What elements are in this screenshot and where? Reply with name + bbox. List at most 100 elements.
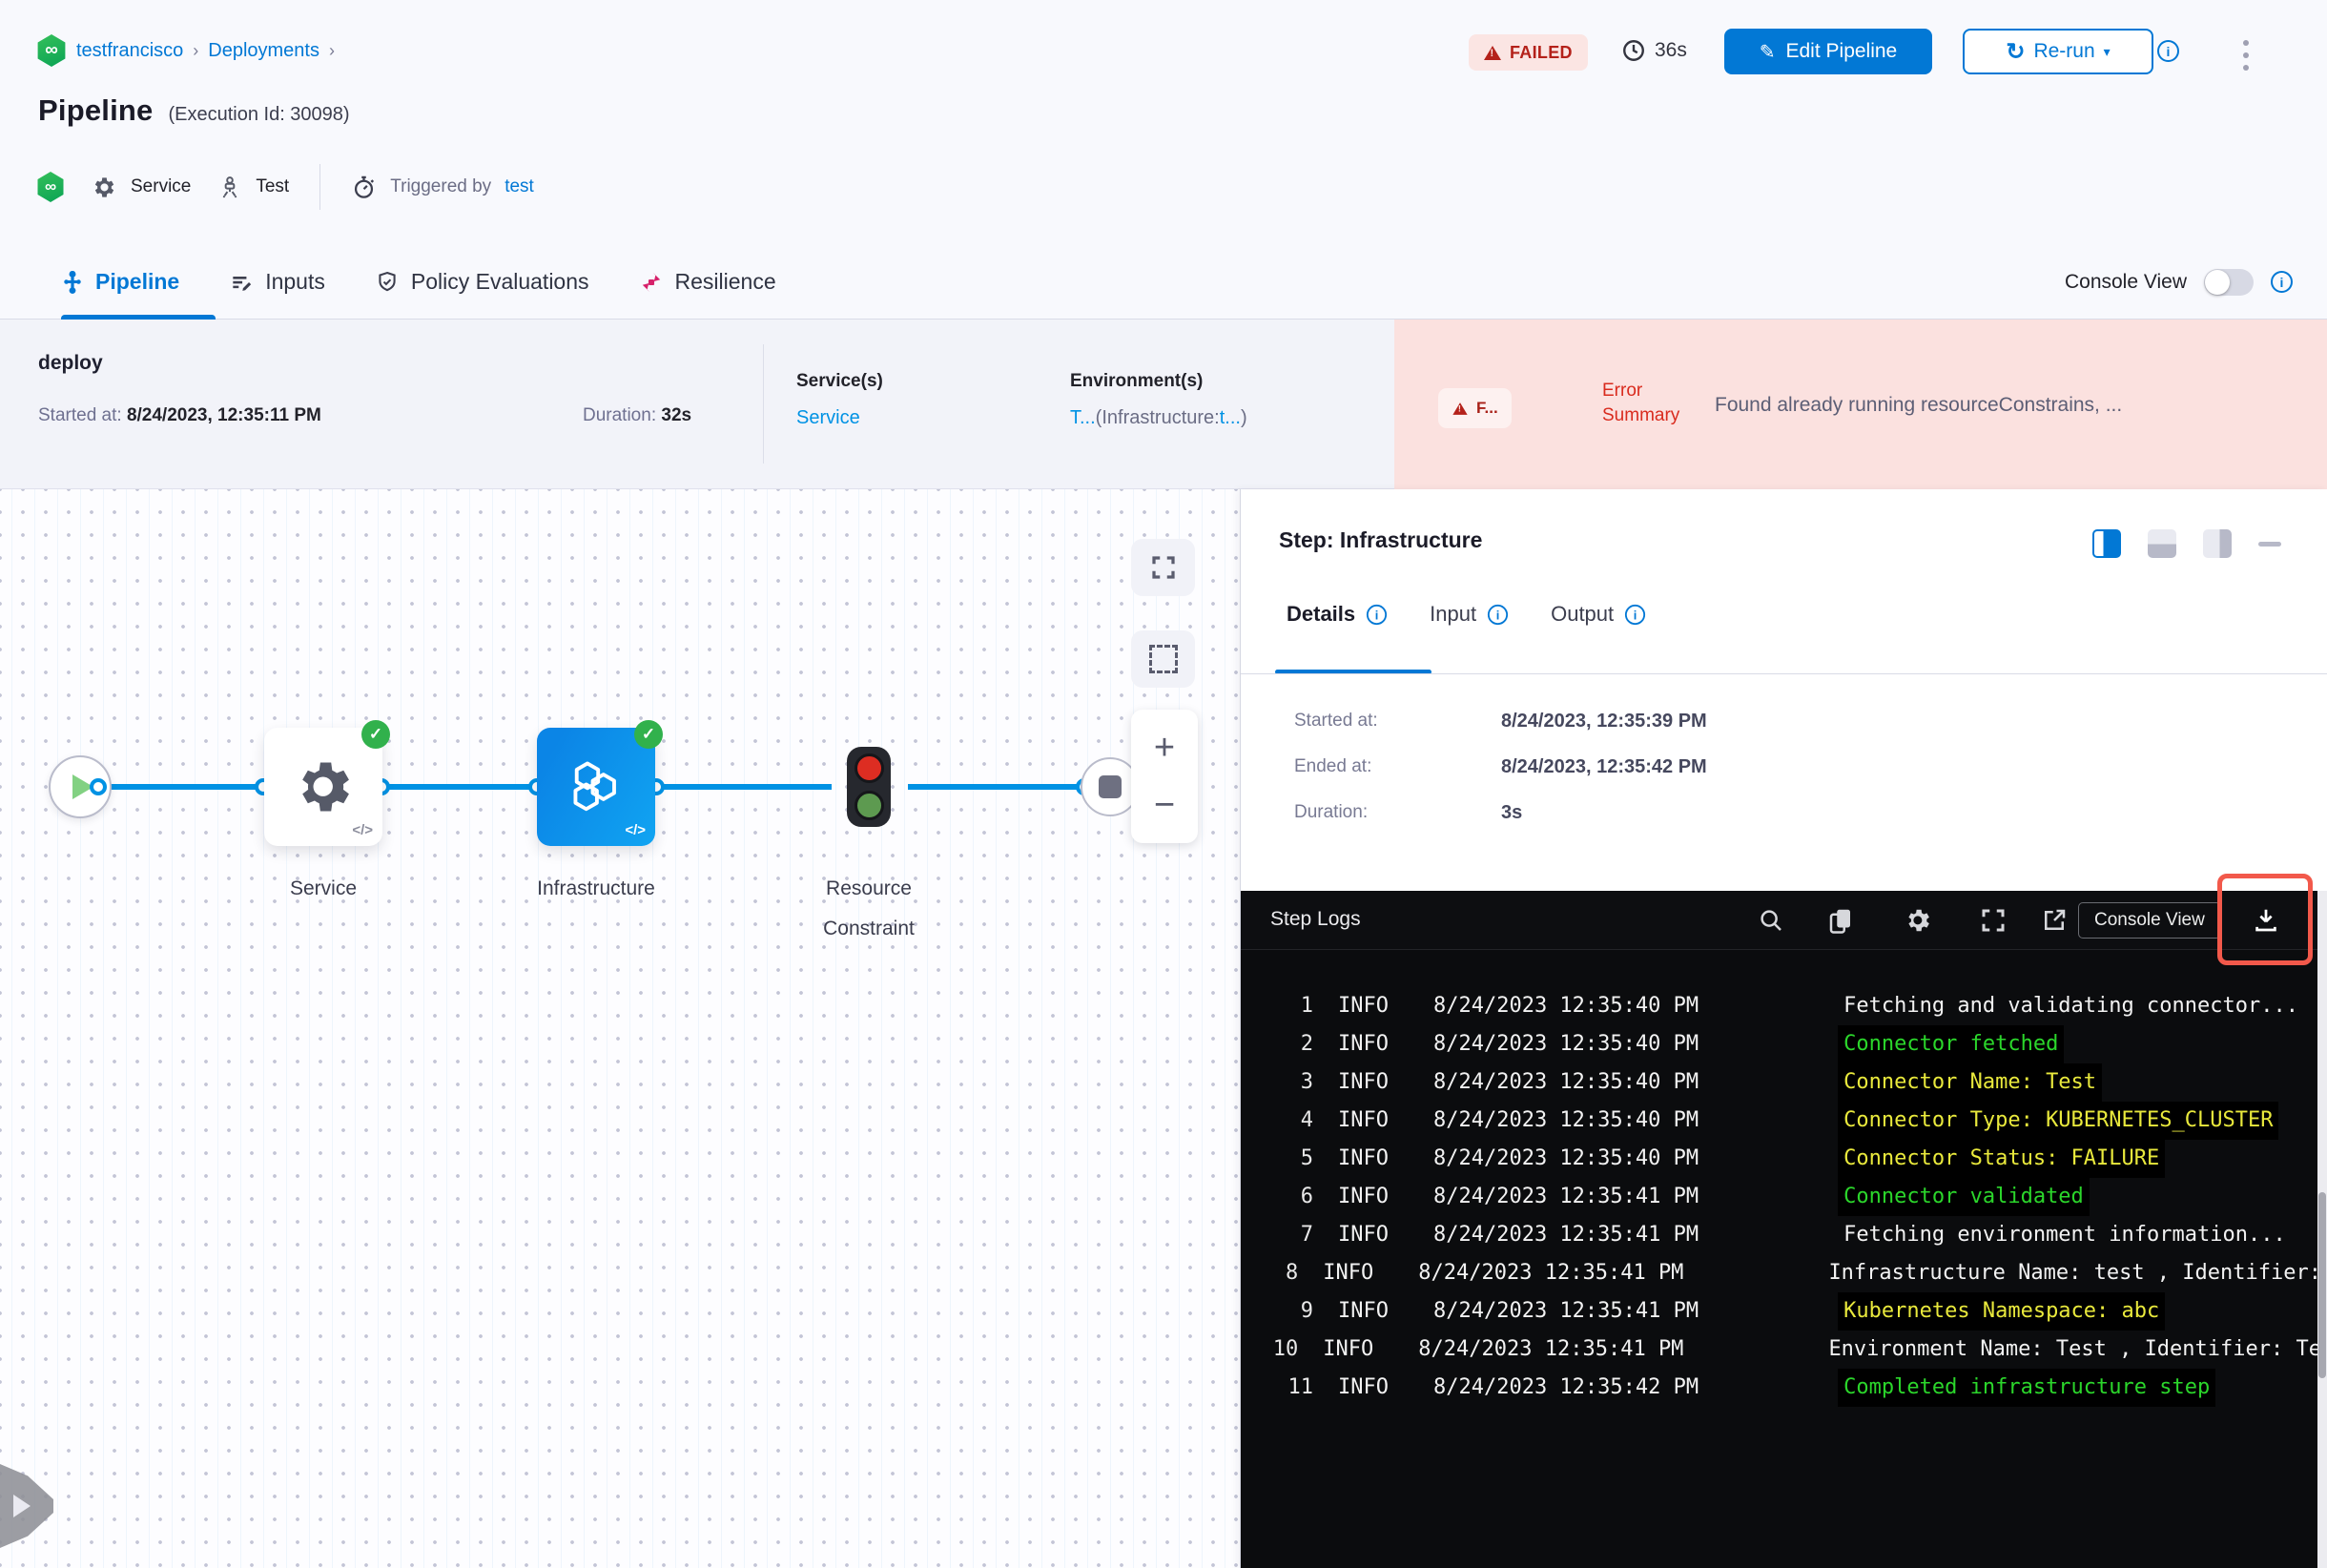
left-panel-expander[interactable] — [0, 1464, 53, 1548]
policy-shield-icon — [379, 271, 396, 291]
copy-icon[interactable] — [1826, 906, 1855, 935]
pencil-icon: ✎ — [1759, 41, 1776, 63]
green-light — [854, 790, 884, 820]
environment-link[interactable]: T... — [1070, 407, 1096, 428]
tab-details[interactable]: Details — [1287, 602, 1388, 627]
trigger-stopwatch-icon — [355, 175, 375, 198]
breadcrumb-deployments[interactable]: Deployments — [208, 40, 319, 62]
tab-policy-evaluations[interactable]: Policy Evaluations — [375, 269, 589, 295]
app-root: ∞ testfrancisco › Deployments › Pipeline… — [0, 0, 2327, 1568]
stage-started-value: 8/24/2023, 12:35:11 PM — [126, 405, 321, 425]
zoom-in-button[interactable]: + — [1154, 730, 1175, 766]
console-view-info-icon[interactable] — [2271, 271, 2293, 293]
minimize-panel-button[interactable] — [2258, 541, 2281, 547]
tab-output[interactable]: Output — [1551, 602, 1646, 627]
warning-icon — [1452, 402, 1468, 415]
detail-row-duration: Duration: 3s — [1294, 802, 1523, 823]
tab-inputs-label: Inputs — [265, 269, 325, 294]
infrastructure-link[interactable]: t... — [1220, 407, 1241, 428]
canvas-zoom-controls: + − — [1131, 710, 1198, 843]
connector-dot — [90, 778, 107, 795]
panel-layout-controls — [2092, 529, 2281, 558]
edge-start-service — [98, 784, 263, 790]
stage-duration-value: 32s — [661, 405, 692, 425]
environments-label: Environment(s) — [1070, 371, 1204, 391]
console-view-toggle[interactable] — [2204, 268, 2254, 296]
node-service[interactable]: </> — [264, 720, 390, 846]
pipeline-graph-canvas[interactable]: </> </> Service Infrastructure R — [0, 489, 1240, 1568]
step-logs-title: Step Logs — [1270, 908, 1361, 930]
log-line: 11 INFO 8/24/2023 12:35:42 PM Completed inf… — [1241, 1369, 2327, 1407]
log-line: 6 INFO 8/24/2023 12:35:41 PM Connector vali… — [1241, 1178, 2327, 1216]
stage-name[interactable]: deploy — [38, 352, 103, 375]
tab-input[interactable]: Input — [1430, 602, 1509, 627]
more-options-menu[interactable] — [2239, 36, 2253, 74]
success-check-badge — [634, 720, 663, 749]
environment-icon — [223, 176, 237, 198]
input-info-icon[interactable] — [1488, 604, 1509, 625]
page-title: Pipeline — [38, 93, 154, 127]
marquee-icon — [1148, 645, 1178, 673]
layout-split-bottom-icon[interactable] — [2148, 529, 2176, 558]
download-logs-icon[interactable] — [2252, 906, 2280, 935]
status-badge-failed: FAILED — [1469, 34, 1588, 71]
zoom-out-button[interactable]: − — [1154, 787, 1175, 823]
failed-mini-badge: F... — [1438, 388, 1512, 428]
meta-divider — [319, 164, 321, 210]
layout-sidebar-icon[interactable] — [2203, 529, 2232, 558]
success-check-badge — [361, 720, 390, 749]
node-infrastructure[interactable]: </> — [537, 720, 663, 846]
edit-pipeline-button[interactable]: ✎ Edit Pipeline — [1724, 29, 1932, 74]
environment-name-label[interactable]: Test — [256, 176, 289, 197]
canvas-fullscreen-button[interactable] — [1131, 539, 1195, 596]
error-summary-label: Error Summary — [1602, 381, 1680, 425]
chevron-down-icon: ▾ — [2103, 43, 2111, 59]
execution-id: (Execution Id: 30098) — [168, 104, 350, 125]
canvas-marquee-select-button[interactable] — [1131, 630, 1195, 688]
title-row: Pipeline (Execution Id: 30098) — [38, 93, 350, 128]
scrollbar-thumb[interactable] — [2318, 1192, 2326, 1378]
service-name-label[interactable]: Service — [131, 176, 191, 197]
environment-infra-text: (Infrastructure: — [1095, 407, 1220, 428]
log-lines[interactable]: 1 INFO 8/24/2023 12:35:40 PM Fetching and v… — [1241, 950, 2327, 1568]
step-panel-title: Step: Infrastructure — [1279, 527, 1483, 552]
rerun-button[interactable]: ↻ Re-run ▾ — [1963, 29, 2153, 74]
environments-column: Environment(s) T...(Infrastructure:t...) — [1070, 371, 1247, 429]
details-info-icon[interactable] — [1367, 604, 1388, 625]
red-light — [854, 753, 884, 784]
node-label-infrastructure: Infrastructure — [537, 877, 655, 899]
open-external-icon[interactable] — [2040, 906, 2069, 935]
rerun-label: Re-run — [2033, 40, 2095, 62]
inputs-icon — [233, 276, 252, 291]
logs-console-view-button[interactable]: Console View — [2078, 902, 2221, 939]
hexagons-icon — [573, 761, 616, 812]
summary-divider — [763, 344, 764, 464]
tab-inputs[interactable]: Inputs — [229, 269, 325, 295]
console-view-control: Console View — [2065, 245, 2293, 319]
pipeline-meta-row: ∞ Service Test Triggered by test — [36, 160, 534, 214]
search-icon[interactable] — [1757, 906, 1785, 935]
breadcrumb-project[interactable]: testfrancisco — [76, 40, 183, 62]
step-logs-header: Step Logs Console View — [1241, 891, 2327, 950]
tabs-rule — [1241, 673, 2327, 674]
tab-pipeline[interactable]: Pipeline — [61, 269, 179, 295]
stage-duration: Duration: 32s — [583, 405, 692, 425]
service-link[interactable]: Service — [796, 407, 860, 428]
settings-gear-icon[interactable] — [1904, 906, 1932, 935]
services-column: Service(s) Service — [796, 371, 883, 429]
main-area: </> </> Service Infrastructure R — [0, 489, 2327, 1568]
code-tag-icon: </> — [352, 822, 373, 838]
node-label-resource-constraint: Resource Constraint — [823, 877, 915, 939]
error-summary-message[interactable]: Found already running resourceConstrains… — [1715, 394, 2122, 417]
expand-fullscreen-icon[interactable] — [1979, 906, 2008, 935]
node-resource-constraint[interactable] — [847, 747, 891, 827]
output-info-icon[interactable] — [1625, 604, 1646, 625]
log-line: 10 INFO 8/24/2023 12:35:41 PM Environment N… — [1272, 1337, 2321, 1361]
step-detail-panel: Step: Infrastructure Details Input Outpu… — [1240, 489, 2327, 1568]
rerun-info-icon[interactable] — [2157, 40, 2179, 62]
layout-split-right-icon[interactable] — [2092, 529, 2121, 558]
triggered-by-user-link[interactable]: test — [505, 176, 534, 197]
stop-icon — [1099, 775, 1122, 798]
tab-resilience[interactable]: Resilience — [639, 269, 776, 295]
pipeline-icon — [64, 270, 81, 294]
